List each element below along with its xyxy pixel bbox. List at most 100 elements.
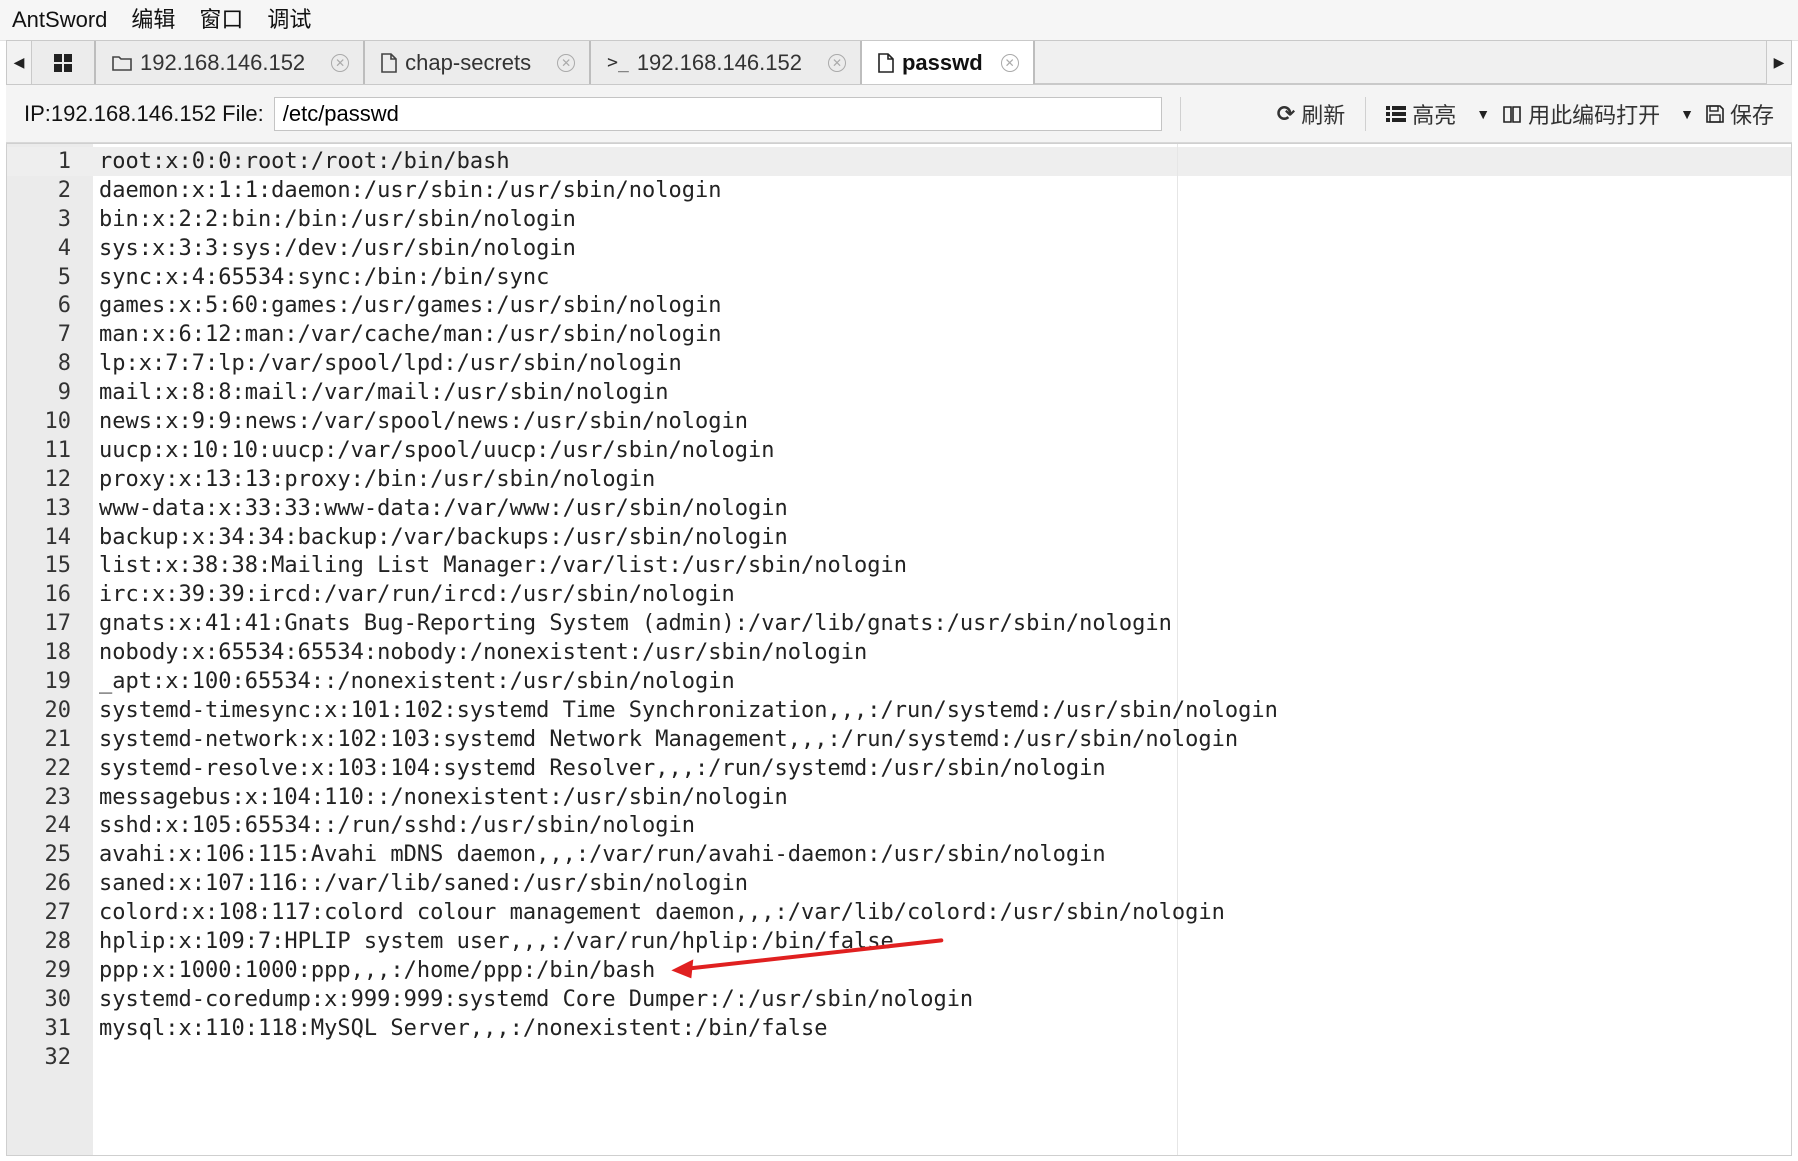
code-line[interactable]: 18 nobody:x:65534:65534:nobody:/nonexiste… (7, 638, 1791, 667)
grid-icon (54, 53, 72, 72)
file-path-input[interactable] (273, 96, 1162, 131)
menu-debug[interactable]: 调试 (255, 0, 323, 40)
line-number: 10 (44, 408, 72, 434)
menu-window[interactable]: 窗口 (187, 0, 255, 40)
line-number: 17 (44, 611, 72, 637)
line-text: avahi:x:106:115:Avahi mDNS daemon,,,:/va… (99, 842, 1106, 868)
line-text: mysql:x:110:118:MySQL Server,,,:/nonexis… (99, 1015, 828, 1041)
code-line[interactable]: 11 uucp:x:10:10:uucp:/var/spool/uucp:/usr… (7, 436, 1791, 465)
code-line[interactable]: 22 systemd-resolve:x:103:104:systemd Reso… (7, 754, 1791, 783)
line-number: 28 (44, 928, 72, 954)
line-text: sshd:x:105:65534::/run/sshd:/usr/sbin/no… (99, 813, 696, 839)
line-number: 4 (57, 235, 71, 261)
line-number: 8 (57, 351, 71, 377)
tab-label: chap-secrets (405, 49, 532, 75)
code-line[interactable]: 21 systemd-network:x:102:103:systemd Netw… (7, 725, 1791, 754)
code-line[interactable]: 15 list:x:38:38:Mailing List Manager:/var… (7, 551, 1791, 580)
code-line[interactable]: 3 bin:x:2:2:bin:/bin:/usr/sbin/nologin (7, 205, 1791, 234)
close-icon[interactable]: ✕ (1000, 53, 1019, 72)
line-number: 12 (44, 466, 72, 492)
encoding-dropdown[interactable]: 用此编码打开 ▼ (1496, 98, 1700, 130)
tab-terminal[interactable]: >_ 192.168.146.152 ✕ (591, 41, 862, 84)
code-line[interactable]: 7 man:x:6:12:man:/var/cache/man:/usr/sbin… (7, 320, 1791, 349)
code-line[interactable]: 19 _apt:x:100:65534::/nonexistent:/usr/sb… (7, 667, 1791, 696)
caret-down-icon: ▼ (1680, 105, 1694, 122)
line-text: nobody:x:65534:65534:nobody:/nonexistent… (99, 640, 868, 666)
line-number: 21 (44, 726, 72, 752)
line-text: lp:x:7:7:lp:/var/spool/lpd:/usr/sbin/nol… (99, 351, 682, 377)
code-line[interactable]: 16 irc:x:39:39:ircd:/var/run/ircd:/usr/sb… (7, 580, 1791, 609)
code-line[interactable]: 17 gnats:x:41:41:Gnats Bug-Reporting Syst… (7, 609, 1791, 638)
code-line[interactable]: 1 root:x:0:0:root:/root:/bin/bash (7, 147, 1791, 176)
code-line[interactable]: 14 backup:x:34:34:backup:/var/backups:/us… (7, 523, 1791, 552)
code-line[interactable]: 8 lp:x:7:7:lp:/var/spool/lpd:/usr/sbin/no… (7, 349, 1791, 378)
code-line[interactable]: 4 sys:x:3:3:sys:/dev:/usr/sbin/nologin (7, 234, 1791, 263)
line-number: 5 (57, 264, 71, 290)
code-line[interactable]: 20 systemd-timesync:x:101:102:systemd Tim… (7, 696, 1791, 725)
caret-left-icon: ◀ (13, 54, 25, 70)
line-text: daemon:x:1:1:daemon:/usr/sbin:/usr/sbin/… (99, 177, 722, 203)
code-line[interactable]: 10 news:x:9:9:news:/var/spool/news:/usr/s… (7, 407, 1791, 436)
folder-icon (112, 55, 132, 71)
line-number: 30 (44, 986, 72, 1012)
close-icon[interactable]: ✕ (331, 53, 350, 72)
line-number: 11 (44, 437, 72, 463)
line-text: systemd-network:x:102:103:systemd Networ… (99, 726, 1239, 752)
line-text: sync:x:4:65534:sync:/bin:/bin/sync (99, 264, 550, 290)
toolbar-divider (1365, 96, 1367, 131)
line-text: proxy:x:13:13:proxy:/bin:/usr/sbin/nolog… (99, 466, 656, 492)
toolbar-divider (1179, 96, 1181, 131)
close-icon[interactable]: ✕ (827, 53, 846, 72)
book-icon (1503, 105, 1521, 123)
save-label: 保存 (1729, 102, 1774, 128)
line-text: root:x:0:0:root:/root:/bin/bash (99, 148, 510, 174)
tab-bar: ◀ 192.168.146.152 ✕ chap-secrets ✕ >_ 19… (6, 40, 1792, 85)
menu-edit[interactable]: 编辑 (119, 0, 187, 40)
code-line[interactable]: 29 ppp:x:1000:1000:ppp,,,:/home/ppp:/bin/… (7, 956, 1791, 985)
line-text: systemd-coredump:x:999:999:systemd Core … (99, 986, 974, 1012)
close-icon[interactable]: ✕ (557, 53, 576, 72)
tab-scroll-right-button[interactable]: ▶ (1766, 41, 1791, 84)
menu-antsword[interactable]: AntSword (0, 0, 119, 40)
line-number: 15 (44, 553, 72, 579)
line-text: uucp:x:10:10:uucp:/var/spool/uucp:/usr/s… (99, 437, 775, 463)
code-line[interactable]: 5 sync:x:4:65534:sync:/bin:/bin/sync (7, 263, 1791, 292)
code-line[interactable]: 27 colord:x:108:117:colord colour managem… (7, 898, 1791, 927)
line-number: 23 (44, 784, 72, 810)
line-number: 2 (57, 177, 71, 203)
code-line[interactable]: 25 avahi:x:106:115:Avahi mDNS daemon,,,:/… (7, 840, 1791, 869)
code-line[interactable]: 31 mysql:x:110:118:MySQL Server,,,:/nonex… (7, 1014, 1791, 1043)
code-line[interactable]: 24 sshd:x:105:65534::/run/sshd:/usr/sbin/… (7, 811, 1791, 840)
tab-file-manager[interactable]: 192.168.146.152 ✕ (96, 41, 366, 84)
line-text: colord:x:108:117:colord colour managemen… (99, 900, 1225, 926)
code-line[interactable]: 28 hplip:x:109:7:HPLIP system user,,,:/va… (7, 927, 1791, 956)
line-number: 29 (44, 957, 72, 983)
line-number: 3 (57, 206, 71, 232)
tab-chap-secrets[interactable]: chap-secrets ✕ (365, 41, 592, 84)
tab-home[interactable] (31, 41, 96, 84)
tab-scroll-left-button[interactable]: ◀ (7, 41, 31, 84)
code-line[interactable]: 9 mail:x:8:8:mail:/var/mail:/usr/sbin/nol… (7, 378, 1791, 407)
line-text: sys:x:3:3:sys:/dev:/usr/sbin/nologin (99, 235, 576, 261)
file-icon (878, 52, 894, 73)
code-line[interactable]: 30 systemd-coredump:x:999:999:systemd Cor… (7, 985, 1791, 1014)
line-number: 20 (44, 697, 72, 723)
code-line[interactable]: 6 games:x:5:60:games:/usr/games:/usr/sbin… (7, 291, 1791, 320)
file-location-label: IP:192.168.146.152 File: (24, 100, 264, 126)
refresh-button[interactable]: ⟳ 刷新 (1271, 98, 1351, 130)
code-line[interactable]: 12 proxy:x:13:13:proxy:/bin:/usr/sbin/nol… (7, 465, 1791, 494)
line-text: mail:x:8:8:mail:/var/mail:/usr/sbin/nolo… (99, 380, 669, 406)
line-number: 13 (44, 495, 72, 521)
menu-bar: AntSword 编辑 窗口 调试 (0, 0, 1798, 41)
tab-passwd[interactable]: passwd ✕ (861, 41, 1035, 84)
highlight-dropdown[interactable]: 高亮 ▼ (1380, 98, 1496, 130)
save-button[interactable]: 保存 (1700, 98, 1780, 130)
code-line[interactable]: 23 messagebus:x:104:110::/nonexistent:/us… (7, 783, 1791, 812)
line-number: 14 (44, 524, 72, 550)
file-icon (381, 52, 397, 73)
code-line[interactable]: 2 daemon:x:1:1:daemon:/usr/sbin:/usr/sbin… (7, 176, 1791, 205)
code-line[interactable]: 13 www-data:x:33:33:www-data:/var/www:/us… (7, 494, 1791, 523)
code-editor[interactable]: 1 root:x:0:0:root:/root:/bin/bash 2 daemon:… (6, 143, 1792, 1156)
code-line[interactable]: 26 saned:x:107:116::/var/lib/saned:/usr/s… (7, 869, 1791, 898)
code-line[interactable]: 32 (7, 1043, 1791, 1072)
